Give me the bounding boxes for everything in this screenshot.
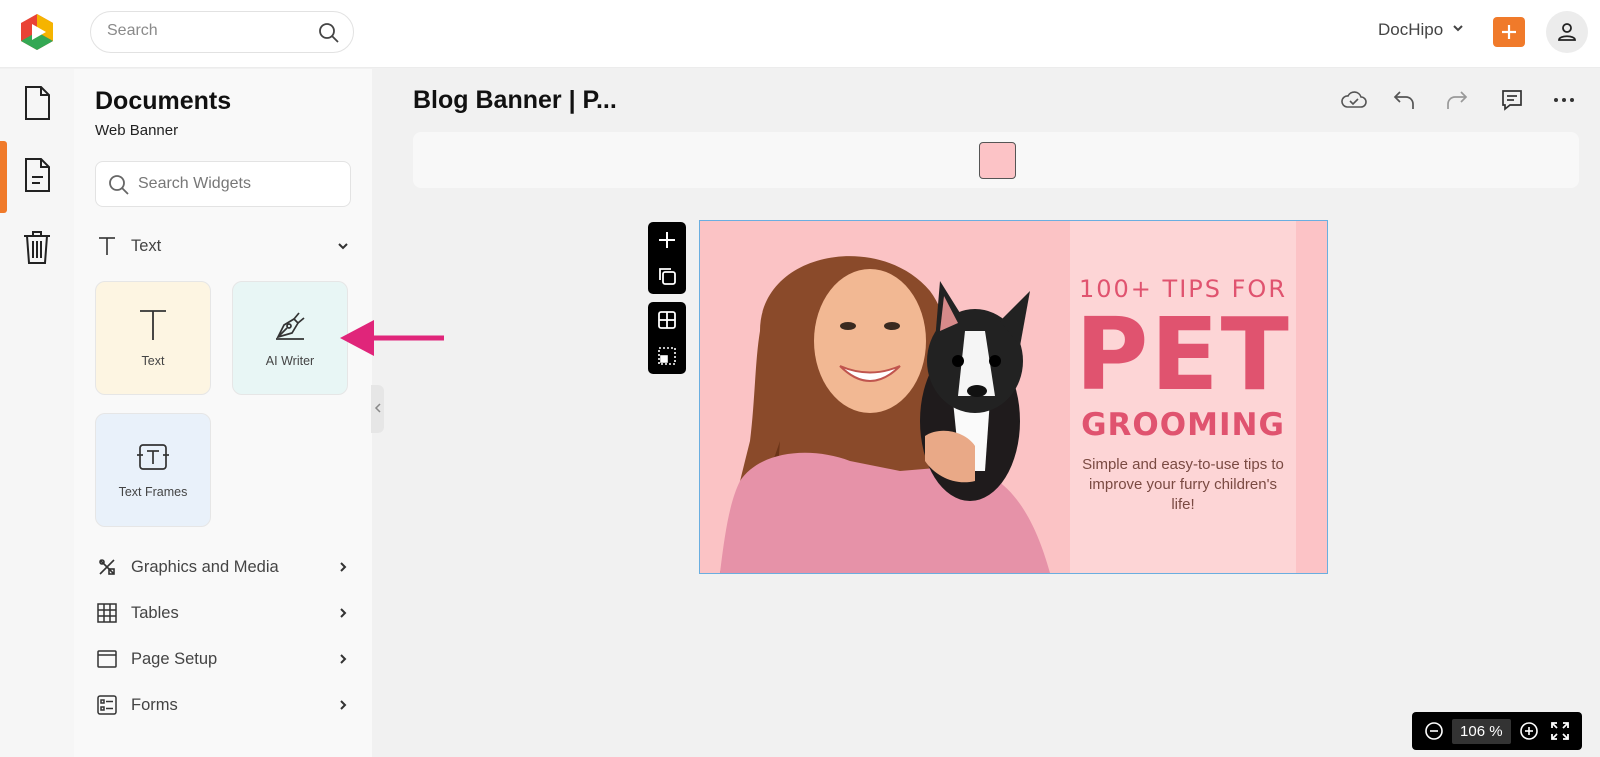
search-icon (108, 174, 130, 201)
dochipo-logo[interactable] (18, 12, 56, 52)
chevron-right-icon (335, 651, 351, 667)
chevron-down-icon (1451, 20, 1465, 40)
zoom-in-button[interactable] (1516, 718, 1542, 744)
section-text[interactable]: Text (95, 231, 351, 261)
tile-label: AI Writer (265, 353, 315, 368)
zoom-controls: 106 % (1412, 712, 1582, 750)
account-switcher[interactable]: DocHipo (1378, 20, 1465, 40)
more-options-icon[interactable] (1550, 86, 1578, 114)
section-graphics-and-media[interactable]: Graphics and Media (95, 552, 351, 582)
tile-ai-writer[interactable]: AI Writer (232, 281, 348, 395)
create-new-button[interactable] (1493, 17, 1525, 47)
woman-with-dog-photo[interactable] (700, 221, 1080, 573)
panel-subtitle: Web Banner (95, 122, 179, 139)
select-area-button[interactable] (652, 341, 682, 371)
chevron-down-icon (335, 238, 351, 254)
forms-icon (95, 693, 119, 717)
section-label: Forms (131, 695, 178, 714)
section-label: Page Setup (131, 649, 218, 668)
section-page-setup[interactable]: Page Setup (95, 644, 351, 674)
banner-headline-main[interactable]: PET (1070, 305, 1296, 405)
rail-item-my-documents[interactable] (0, 141, 74, 213)
table-icon (95, 601, 119, 625)
tile-label: Text Frames (118, 484, 188, 499)
document-text-icon (22, 157, 52, 198)
section-label: Graphics and Media (131, 557, 279, 576)
document-icon (22, 85, 52, 126)
undo-icon[interactable] (1390, 86, 1418, 114)
layout-tools-group (648, 302, 686, 374)
rail-item-trash[interactable] (0, 213, 74, 285)
document-title[interactable]: Blog Banner | P... (413, 86, 617, 115)
fullscreen-button[interactable] (1547, 718, 1573, 744)
cloud-saved-icon[interactable] (1340, 86, 1368, 114)
background-color-swatch[interactable] (979, 142, 1016, 179)
widget-search[interactable] (95, 161, 351, 207)
text-icon (138, 309, 168, 346)
grid-layout-button[interactable] (652, 305, 682, 335)
panel-collapse-handle[interactable] (371, 385, 384, 433)
widgets-panel: Documents Web Banner Text Text AI Writer… (74, 69, 372, 757)
page-tools-group (648, 222, 686, 294)
callout-arrow-icon (338, 316, 448, 365)
zoom-out-button[interactable] (1421, 718, 1447, 744)
user-avatar-button[interactable] (1546, 11, 1588, 53)
tile-text-frames[interactable]: Text Frames (95, 413, 211, 527)
banner-tagline[interactable]: Simple and easy-to-use tips to improve y… (1080, 455, 1286, 515)
graphics-icon (95, 555, 119, 579)
page-setup-icon (95, 647, 119, 671)
left-rail (0, 69, 74, 757)
account-name: DocHipo (1378, 20, 1444, 39)
widget-search-input[interactable] (138, 175, 338, 193)
text-frame-icon (136, 442, 170, 477)
zoom-level[interactable]: 106 % (1452, 718, 1511, 744)
top-bar: DocHipo (0, 0, 1600, 68)
section-label: Tables (131, 603, 179, 622)
chevron-right-icon (335, 605, 351, 621)
global-search[interactable] (90, 11, 354, 53)
section-label: Text (131, 236, 162, 255)
search-input[interactable] (107, 22, 307, 40)
redo-icon[interactable] (1443, 86, 1471, 114)
duplicate-page-button[interactable] (652, 261, 682, 291)
comment-icon[interactable] (1498, 86, 1526, 114)
pen-nib-icon (274, 309, 306, 346)
banner-right-edge (1296, 221, 1327, 573)
trash-icon (22, 229, 52, 270)
panel-title: Documents (95, 87, 232, 115)
banner-headline-sub[interactable]: GROOMING (1070, 407, 1296, 443)
chevron-right-icon (335, 559, 351, 575)
search-icon[interactable] (317, 21, 341, 45)
section-tables[interactable]: Tables (95, 598, 351, 628)
banner-canvas[interactable]: 100+ TIPS FOR PET GROOMING Simple and ea… (699, 220, 1328, 574)
chevron-right-icon (335, 697, 351, 713)
add-page-button[interactable] (652, 225, 682, 255)
section-forms[interactable]: Forms (95, 690, 351, 720)
tile-text[interactable]: Text (95, 281, 211, 395)
rail-item-documents[interactable] (0, 69, 74, 141)
tile-label: Text (141, 353, 165, 368)
chevron-left-icon (374, 400, 382, 418)
properties-bar (413, 132, 1579, 188)
text-icon (95, 234, 119, 258)
